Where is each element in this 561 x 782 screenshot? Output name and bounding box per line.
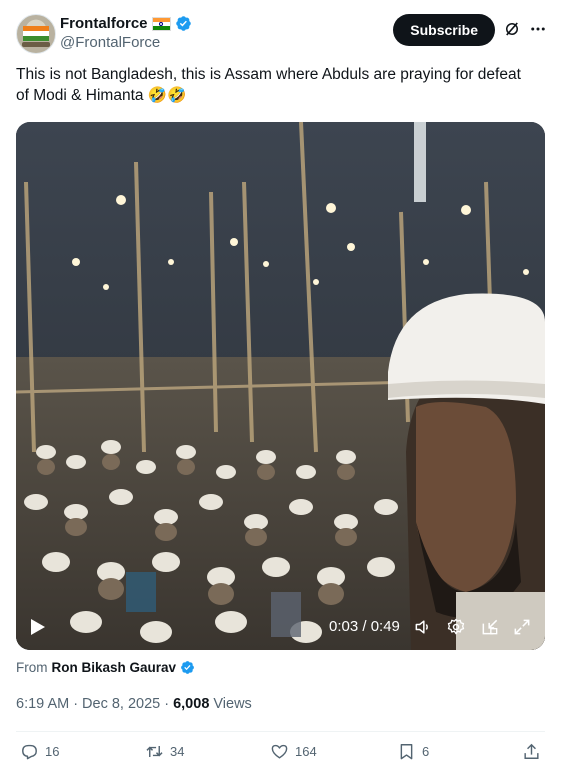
attribution-prefix: From (16, 660, 48, 675)
like-button[interactable]: 164 (270, 742, 317, 761)
author-names: Frontalforce @FrontalForce (60, 14, 192, 53)
share-icon (524, 743, 539, 759)
reply-count: 16 (45, 744, 60, 759)
repost-button[interactable]: 34 (145, 742, 184, 761)
india-flag-icon (151, 16, 171, 31)
grok-icon[interactable] (503, 20, 521, 38)
play-icon[interactable] (30, 618, 46, 636)
attribution-name[interactable]: Ron Bikash Gaurav (52, 660, 177, 675)
bookmark-button[interactable]: 6 (397, 742, 429, 761)
avatar[interactable] (16, 14, 56, 54)
reply-button[interactable]: 16 (20, 742, 59, 761)
tweet-header: Frontalforce @FrontalForce Subscribe (16, 12, 549, 56)
subscribe-button[interactable]: Subscribe (393, 14, 495, 46)
like-count: 164 (295, 744, 317, 759)
repost-icon (146, 745, 163, 758)
author-handle[interactable]: @FrontalForce (60, 33, 192, 53)
more-options-icon[interactable] (529, 20, 547, 38)
attribution: From Ron Bikash Gaurav (16, 660, 195, 675)
video-controls: 0:03 / 0:49 (16, 606, 545, 650)
tweet-actions: 16 34 164 6 (0, 740, 561, 768)
views-count: 6,008 (173, 696, 210, 712)
video-player[interactable]: 0:03 / 0:49 (16, 122, 545, 650)
video-frame (16, 122, 545, 650)
repost-count: 34 (170, 744, 185, 759)
bookmark-count: 6 (422, 744, 430, 759)
bookmark-icon (400, 744, 413, 760)
meta-separator: · (164, 696, 170, 712)
verified-badge-icon (181, 661, 194, 674)
fullscreen-icon[interactable] (512, 617, 532, 637)
heart-icon (271, 744, 288, 759)
tweet-time[interactable]: 6:19 AM (16, 696, 69, 712)
share-button[interactable] (522, 742, 541, 761)
tweet-date[interactable]: Dec 8, 2025 (82, 696, 160, 712)
tweet-text: This is not Bangladesh, this is Assam wh… (16, 66, 521, 104)
verified-badge-icon (175, 16, 191, 31)
reply-icon (22, 744, 37, 760)
author-display-name[interactable]: Frontalforce (60, 14, 148, 33)
tweet-meta: 6:19 AM · Dec 8, 2025 · 6,008 Views (16, 696, 252, 712)
pip-icon[interactable] (480, 617, 500, 637)
volume-icon[interactable] (413, 617, 433, 637)
meta-separator: · (73, 696, 79, 712)
settings-icon[interactable] (446, 617, 466, 637)
video-time: 0:03 / 0:49 (329, 618, 400, 635)
views-label: Views (213, 696, 252, 712)
author-name-row[interactable]: Frontalforce (60, 14, 192, 33)
divider (16, 731, 545, 732)
